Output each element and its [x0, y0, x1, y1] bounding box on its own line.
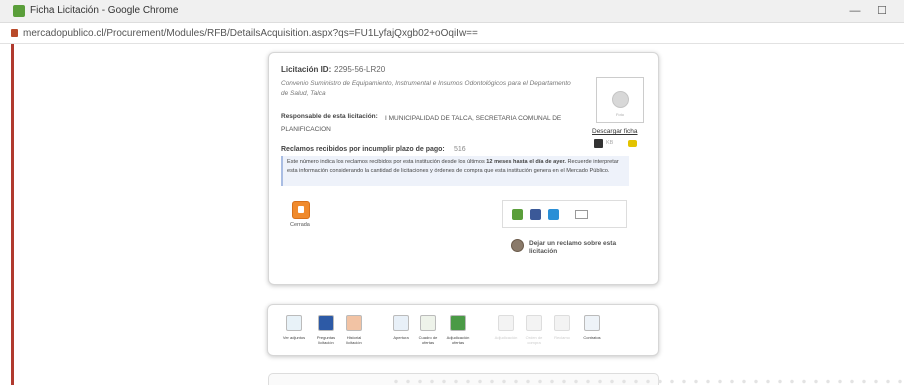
reclamos-label: Reclamos recibidos por incumplir plazo d… [281, 146, 445, 153]
licitacion-description: Convenio Suministro de Equipamiento, Ins… [281, 80, 571, 97]
reclamos-info-box: Este número indica los reclamos recibido… [281, 156, 629, 186]
email-icon[interactable] [575, 210, 588, 219]
share-icon[interactable] [512, 209, 523, 220]
print-icon[interactable] [628, 140, 637, 147]
window-titlebar: Ficha Licitación - Google Chrome — ☐ [0, 0, 904, 23]
question-icon[interactable] [318, 315, 334, 331]
download-ficha-link[interactable]: Descargar ficha [592, 128, 638, 135]
toolbar-item-label[interactable]: Adjudicación ofertas [443, 335, 473, 345]
megaphone-icon[interactable] [511, 239, 524, 252]
contract-icon[interactable] [584, 315, 600, 331]
responsable-label: Responsable de esta licitación: [281, 113, 378, 120]
toolbar-item-label[interactable]: Preguntas licitación [311, 335, 341, 345]
toolbar-item-label[interactable]: Historial licitación [339, 335, 369, 345]
question-icon [498, 315, 514, 331]
left-accent-bar [11, 44, 14, 385]
licitacion-id-label: Licitación ID: [281, 65, 332, 74]
toolbar-item-label[interactable]: Ver adjuntos [279, 335, 309, 340]
share-box [502, 200, 627, 228]
address-bar[interactable]: mercadopublico.cl/Procurement/Modules/RF… [0, 23, 904, 44]
twitter-icon[interactable] [548, 209, 559, 220]
file-size: KB [606, 140, 614, 146]
pdf-icon[interactable] [594, 139, 603, 148]
document-icon [526, 315, 542, 331]
toolbar-item-label: Adjudicación [494, 335, 518, 340]
action-toolbar: Ver adjuntos Preguntas licitación Historia… [267, 304, 659, 356]
reclamos-count: 516 [454, 146, 466, 153]
checkmark-icon[interactable] [450, 315, 466, 331]
photo-label: Foto [615, 112, 624, 117]
maximize-button[interactable]: ☐ [873, 3, 891, 19]
info-text-pre: Este número indica los reclamos recibido… [287, 159, 487, 165]
open-folder-icon[interactable] [393, 315, 409, 331]
licitacion-card: Licitación ID: 2295-56-LR20 Convenio Sum… [268, 52, 659, 285]
url-text[interactable]: mercadopublico.cl/Procurement/Modules/RF… [23, 28, 478, 39]
minimize-button[interactable]: — [846, 3, 864, 19]
toolbar-item-label[interactable]: Cuadro de ofertas [413, 335, 443, 345]
status-label: Cerrada [290, 222, 310, 228]
licitacion-id-value: 2295-56-LR20 [334, 65, 386, 74]
camera-icon [612, 91, 629, 108]
background-dots [390, 378, 904, 385]
reclamo-link[interactable]: Dejar un reclamo sobre esta licitación [529, 240, 624, 256]
lock-icon[interactable] [292, 201, 310, 219]
square-icon [554, 315, 570, 331]
page-favicon-icon [13, 5, 25, 17]
info-text-bold: 12 meses hasta el día de ayer. [486, 159, 566, 165]
grid-icon[interactable] [420, 315, 436, 331]
toolbar-item-label[interactable]: Apertura [386, 335, 416, 340]
photo-placeholder: Foto [596, 77, 644, 123]
toolbar-item-label[interactable]: Contratos [577, 335, 607, 340]
lock-icon[interactable] [11, 29, 18, 37]
fire-icon[interactable] [346, 315, 362, 331]
search-icon[interactable] [286, 315, 302, 331]
window-title: Ficha Licitación - Google Chrome [30, 5, 179, 16]
toolbar-item-label: Reclamo [554, 335, 570, 340]
facebook-icon[interactable] [530, 209, 541, 220]
toolbar-item-label: Orden de compra [525, 335, 543, 345]
